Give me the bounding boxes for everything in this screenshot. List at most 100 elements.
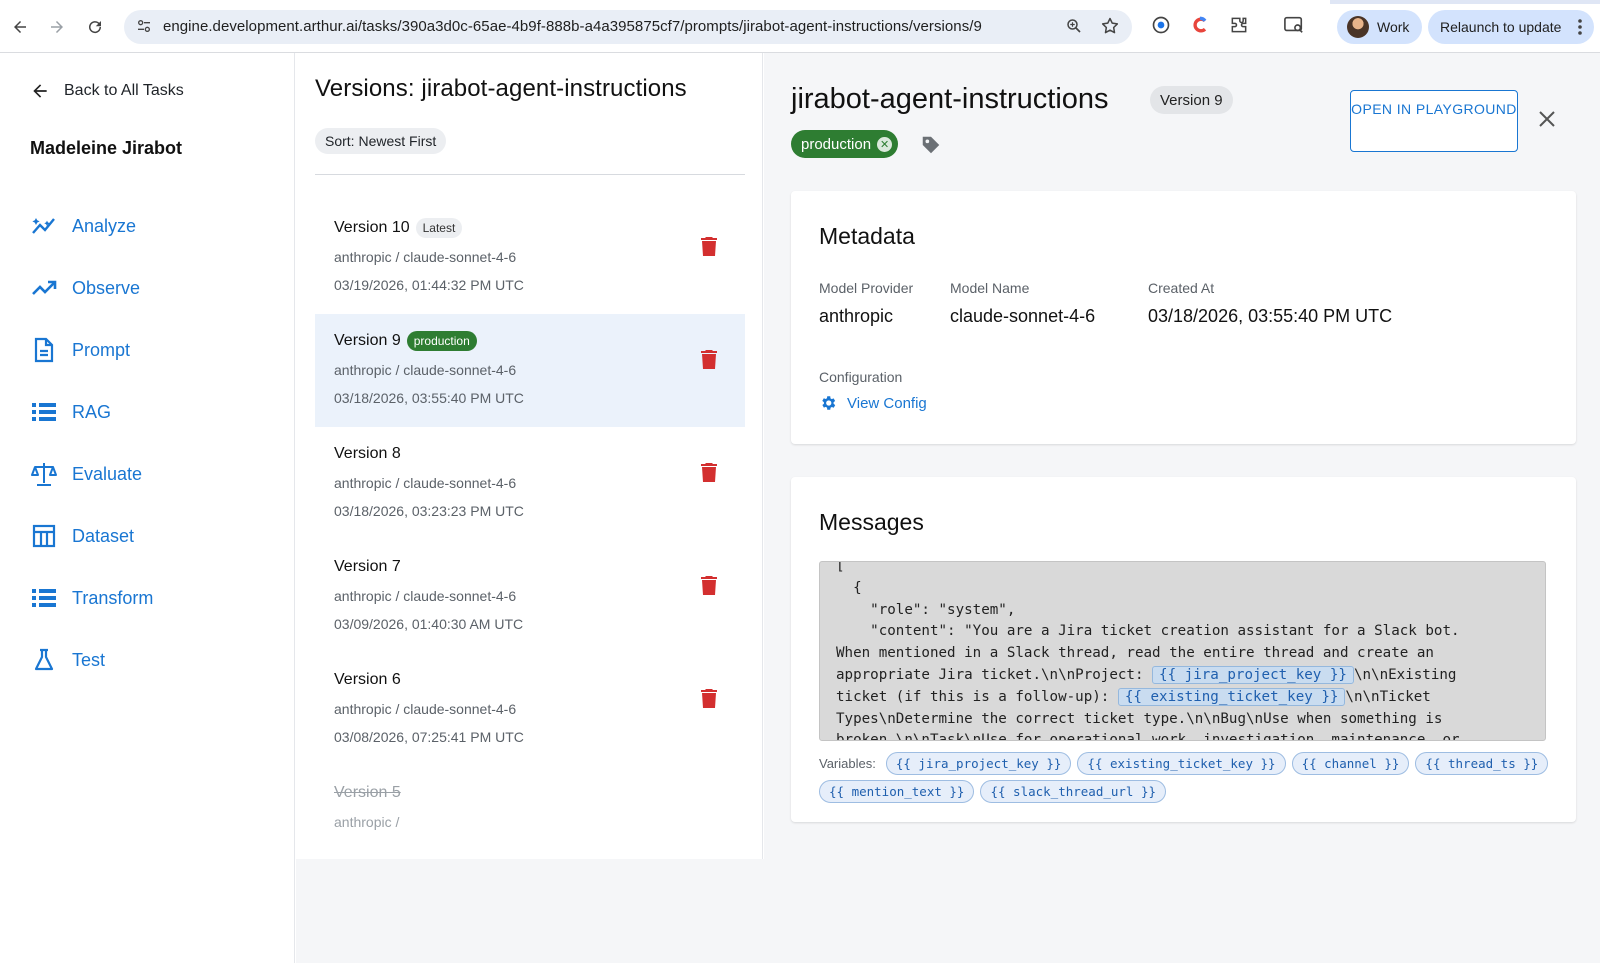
version-date: 03/18/2026, 03:23:23 PM UTC	[334, 503, 524, 519]
sidebar-item-evaluate[interactable]: Evaluate	[30, 443, 153, 505]
variable-chip[interactable]: {{ thread_ts }}	[1415, 752, 1549, 775]
code-text: "role": "system",	[836, 601, 1016, 618]
extensions-puzzle-icon[interactable]	[1229, 15, 1249, 40]
sidebar-item-label: Evaluate	[72, 463, 143, 484]
trending-up-icon	[30, 279, 58, 297]
tag-icon[interactable]	[920, 134, 942, 161]
sidebar-item-label: Analyze	[72, 215, 137, 236]
delete-icon[interactable]	[701, 576, 717, 600]
code-text: Types\nDetermine the correct ticket type…	[836, 710, 1443, 727]
code-text: appropriate Jira ticket.\n\nProject:	[836, 666, 1153, 683]
tab-search-icon[interactable]	[1283, 15, 1305, 40]
document-icon	[30, 337, 58, 363]
sidebar-item-test[interactable]: Test	[30, 629, 153, 691]
version-model: anthropic / claude-sonnet-4-6	[334, 701, 517, 717]
version-item[interactable]: Version 9 production anthropic / claude-s…	[315, 314, 745, 427]
model-provider-field: Model Provider anthropic	[819, 280, 913, 327]
variable-chip[interactable]: {{ slack_thread_url }}	[980, 780, 1167, 803]
address-bar[interactable]: engine.development.arthur.ai/tasks/390a3…	[124, 10, 1132, 44]
sidebar-item-dataset[interactable]: Dataset	[30, 505, 153, 567]
messages-card: Messages [ { "role": "system", "content"…	[791, 477, 1576, 822]
delete-icon[interactable]	[701, 350, 717, 374]
version-name: Version 8	[334, 445, 401, 462]
version-item[interactable]: Version 6 anthropic / claude-sonnet-4-6 …	[315, 653, 745, 766]
version-item[interactable]: Version 8 anthropic / claude-sonnet-4-6 …	[315, 427, 745, 540]
open-in-playground-button[interactable]: OPEN IN PLAYGROUND	[1350, 90, 1518, 152]
version-date: 03/19/2026, 01:44:32 PM UTC	[334, 277, 524, 293]
field-value: claude-sonnet-4-6	[950, 306, 1096, 326]
browser-toolbar: engine.development.arthur.ai/tasks/390a3…	[0, 0, 1600, 53]
inline-variable: {{ existing_ticket_key }}	[1117, 687, 1346, 706]
profile-button[interactable]: Work	[1337, 10, 1422, 44]
metadata-card: Metadata Model Provider anthropic Model …	[791, 191, 1576, 444]
url-text: engine.development.arthur.ai/tasks/390a3…	[163, 18, 982, 35]
flask-icon	[30, 648, 58, 672]
zoom-icon[interactable]	[1065, 17, 1083, 40]
code-line: "role": "system",	[836, 600, 1460, 622]
sidebar-item-analyze[interactable]: Analyze	[30, 195, 153, 257]
sidebar-nav: Analyze Observe Prompt RAG Evaluate Data…	[30, 195, 153, 691]
variable-chip[interactable]: {{ existing_ticket_key }}	[1077, 752, 1286, 775]
version-model: anthropic / claude-sonnet-4-6	[334, 475, 517, 491]
code-text: ticket (if this is a follow-up):	[836, 688, 1118, 705]
arrow-left-icon	[33, 84, 47, 98]
version-name: Version 10	[334, 219, 410, 236]
forward-arrow-icon[interactable]	[44, 14, 70, 40]
sidebar-item-rag[interactable]: RAG	[30, 381, 153, 443]
versions-title: Versions: jirabot-agent-instructions	[315, 75, 687, 102]
tag-label: production	[801, 135, 872, 153]
delete-icon[interactable]	[701, 689, 717, 713]
version-name: Version 6	[334, 671, 401, 688]
view-config-link[interactable]: View Config	[819, 394, 927, 412]
gear-icon	[822, 396, 836, 410]
remove-tag-icon[interactable]: ✕	[877, 136, 893, 152]
close-icon[interactable]	[1537, 109, 1557, 134]
version-name: Version 7	[334, 558, 401, 575]
delete-icon[interactable]	[701, 237, 717, 261]
delete-icon[interactable]	[701, 463, 717, 487]
more-vert-icon[interactable]	[1578, 18, 1582, 39]
sidebar-item-prompt[interactable]: Prompt	[30, 319, 153, 381]
color-extension-icon[interactable]	[1190, 15, 1210, 40]
back-arrow-icon[interactable]	[7, 14, 33, 40]
back-label: Back to All Tasks	[64, 82, 184, 99]
divider	[315, 174, 745, 175]
list-icon	[30, 402, 58, 422]
password-extension-icon[interactable]	[1151, 15, 1171, 40]
messages-code-block[interactable]: [ { "role": "system", "content": "You ar…	[819, 561, 1546, 741]
version-date: 03/08/2026, 07:25:41 PM UTC	[334, 729, 524, 745]
sidebar-item-observe[interactable]: Observe	[30, 257, 153, 319]
versions-panel: Versions: jirabot-agent-instructions Sor…	[296, 53, 763, 859]
version-name: Version 5	[334, 784, 401, 801]
back-to-tasks-link[interactable]: Back to All Tasks	[30, 81, 184, 101]
latest-badge: Latest	[415, 218, 463, 238]
variable-chip[interactable]: {{ mention_text }}	[819, 780, 975, 803]
relaunch-button[interactable]: Relaunch to update	[1428, 10, 1594, 44]
sidebar-item-label: Test	[72, 649, 106, 670]
code-text: broken.\n\nTask\nUse for operational wor…	[836, 732, 1460, 741]
variables-row: Variables: {{ jira_project_key }}{{ exis…	[819, 752, 1559, 803]
code-text: {	[836, 579, 862, 596]
metadata-title: Metadata	[819, 223, 915, 249]
detail-panel: jirabot-agent-instructions Version 9 pro…	[764, 53, 1600, 859]
version-model: anthropic / claude-sonnet-4-6	[334, 588, 517, 604]
reload-icon[interactable]	[82, 14, 108, 40]
sidebar-item-label: RAG	[72, 401, 112, 422]
inline-variable: {{ jira_project_key }}	[1152, 665, 1354, 684]
configuration-label: Configuration	[819, 369, 903, 385]
variable-chip[interactable]: {{ channel }}	[1291, 752, 1410, 775]
sidebar-item-transform[interactable]: Transform	[30, 567, 153, 629]
messages-json: [ { "role": "system", "content": "You ar…	[836, 562, 1460, 741]
version-item[interactable]: Version 7 anthropic / claude-sonnet-4-6 …	[315, 540, 745, 653]
variable-chip[interactable]: {{ jira_project_key }}	[885, 752, 1072, 775]
code-text: When mentioned in a Slack thread, read t…	[836, 645, 1434, 662]
version-item[interactable]: Version 10 Latest anthropic / claude-sonn…	[315, 201, 745, 314]
sort-chip[interactable]: Sort: Newest First	[315, 128, 447, 154]
code-line: broken.\n\nTask\nUse for operational wor…	[836, 730, 1460, 741]
sidebar-item-label: Dataset	[72, 525, 135, 546]
site-settings-icon[interactable]	[136, 18, 152, 39]
profile-label: Work	[1377, 19, 1410, 35]
model-name-field: Model Name claude-sonnet-4-6	[950, 280, 1095, 327]
page-background	[296, 859, 1600, 963]
bookmark-star-icon[interactable]	[1100, 16, 1120, 41]
